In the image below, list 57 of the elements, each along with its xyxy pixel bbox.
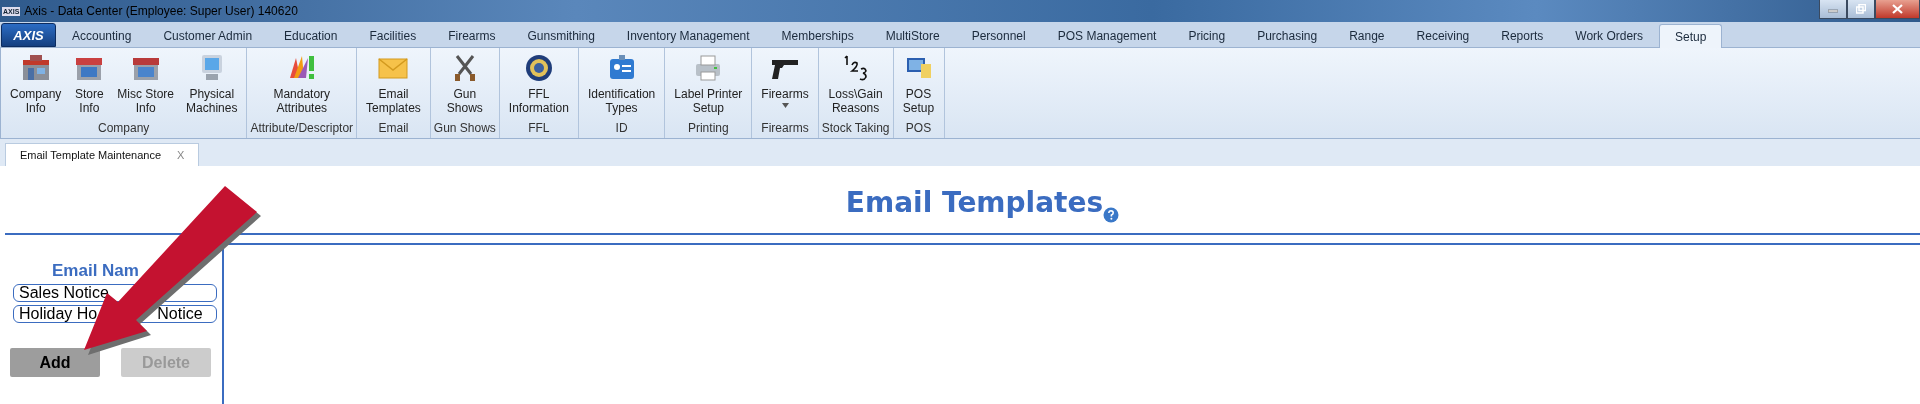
ribbon-button[interactable]: Misc Store Info [111, 48, 181, 121]
ribbon-tab[interactable]: Reports [1485, 24, 1560, 47]
ribbon-tab[interactable]: Gunsmithing [511, 24, 611, 47]
ribbon-tab[interactable]: Inventory Management [610, 24, 766, 47]
list-item[interactable]: Holiday Ho [19, 306, 98, 322]
ribbon-tab[interactable]: Work Orders [1559, 24, 1660, 47]
add-button[interactable]: Add [10, 348, 100, 377]
ribbon-group-label: Attribute/Descriptor [250, 121, 354, 137]
ribbon-tab[interactable]: Education [268, 24, 354, 47]
ribbon-tab[interactable]: Firearms [432, 24, 512, 47]
ribbon-tab[interactable]: Facilities [353, 24, 433, 47]
window-title: Axis - Data Center (Employee: Super User) 140620 [24, 4, 298, 18]
page-title: Email Templates [845, 186, 1104, 219]
ribbon-tab[interactable]: Accounting [56, 24, 148, 47]
ribbon-button[interactable]: Store Info [67, 48, 112, 121]
restore-icon [1856, 4, 1866, 14]
ribbon-button[interactable]: Email Templates [360, 48, 427, 121]
list-item[interactable]: Notice [157, 306, 203, 322]
ribbon-button[interactable]: Label Printer Setup [668, 48, 749, 121]
ribbon-tab[interactable]: Personnel [955, 24, 1042, 47]
app-menu-logo[interactable]: AXIS [1, 23, 56, 47]
ribbon-tab[interactable]: Receiving [1400, 24, 1486, 47]
ribbon-group-label: FFL [527, 121, 551, 137]
ribbon-button[interactable]: Firearms [755, 48, 815, 121]
ribbon-tab[interactable]: Pricing [1172, 24, 1242, 47]
minimize-button[interactable] [1819, 0, 1847, 19]
ribbon-button[interactable]: Gun Shows [440, 48, 489, 121]
ribbon-tab[interactable]: Customer Admin [147, 24, 269, 47]
close-button[interactable] [1875, 0, 1920, 19]
ribbon-button[interactable]: Mandatory Attributes [267, 48, 337, 121]
tab-close-button[interactable]: X [177, 149, 185, 161]
ribbon-group-label: ID [614, 121, 629, 137]
close-icon [1892, 4, 1903, 14]
ribbon-tab[interactable]: Memberships [765, 24, 870, 47]
restore-button[interactable] [1847, 0, 1875, 19]
ribbon-button[interactable]: Company Info [4, 48, 68, 121]
ribbon-group-label: POS [904, 121, 933, 137]
ribbon-tab[interactable]: Setup [1659, 24, 1723, 48]
ribbon-button[interactable]: Identification Types [581, 48, 662, 121]
ribbon-tab[interactable]: Purchasing [1241, 24, 1334, 47]
ribbon-group-label: Stock Taking [821, 121, 890, 137]
document-tab-label: Email Template Maintenance [20, 149, 162, 161]
ribbon-button[interactable]: Loss\Gain Reasons [822, 48, 889, 121]
ribbon-tab[interactable]: MultiStore [869, 24, 956, 47]
ribbon-group-label: Firearms [760, 121, 810, 137]
ribbon-button[interactable]: POS Setup [896, 48, 941, 121]
ribbon-tab[interactable]: Range [1333, 24, 1401, 47]
ribbon-tab[interactable]: POS Management [1041, 24, 1173, 47]
ribbon-group-label: Gun Shows [433, 121, 496, 137]
help-icon[interactable] [1103, 207, 1120, 223]
column-header: Email Nam [52, 261, 139, 281]
ribbon-button[interactable]: FFL Information [502, 48, 575, 121]
ribbon-button[interactable]: Physical Machines [180, 48, 244, 121]
document-tab[interactable]: Email Template Maintenance X [5, 143, 200, 166]
ribbon-group-label: Email [377, 121, 410, 137]
ribbon-group-label: Company [97, 121, 151, 137]
ribbon-group-label: Printing [686, 121, 730, 137]
